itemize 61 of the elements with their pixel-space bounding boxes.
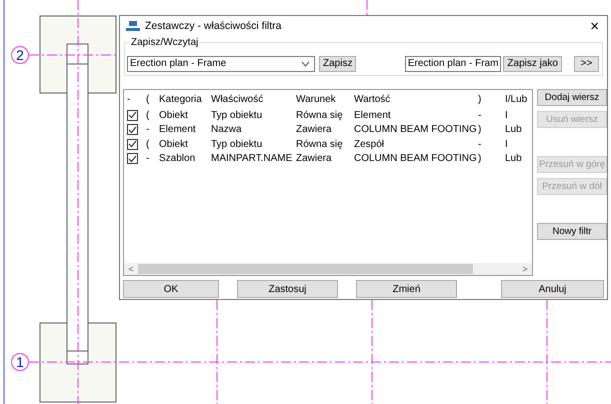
table-cell-text: - [145, 153, 150, 164]
column-header: Warunek [295, 94, 337, 104]
app-icon [126, 21, 140, 31]
table-cell-text: Zawiera [295, 153, 333, 164]
table-cell-text: Nazwa [210, 124, 243, 136]
grid-label: 1 [11, 353, 29, 371]
column-header: Właściwość [210, 94, 264, 104]
table-cell-text: Lub [504, 153, 523, 164]
table-cell-text: Typ obiektu [210, 110, 264, 121]
table-cell-text: Element [353, 110, 392, 121]
grid-label: 2 [11, 46, 29, 64]
table-cell-text: Obiekt [158, 138, 189, 150]
table-cell-text: Element [158, 124, 197, 136]
horizontal-scrollbar[interactable]: < > [124, 263, 532, 275]
chevron-down-icon [301, 60, 310, 66]
save-as-button[interactable]: Zapisz jako [503, 56, 562, 72]
table-cell-text: Typ obiektu [210, 138, 264, 150]
dialog-button[interactable]: Zastosuj [237, 280, 338, 298]
close-button[interactable]: × [588, 18, 601, 34]
scroll-left-button[interactable]: < [124, 264, 138, 274]
table-cell-text: ) [477, 124, 482, 136]
table-cell-text: - [145, 124, 150, 136]
table-cell-text: ( [145, 138, 150, 150]
table-cell-text: I [504, 138, 509, 150]
side-button[interactable]: Dodaj wiersz [537, 89, 607, 106]
table-cell-text: - [477, 110, 482, 121]
window-title: Zestawczy - właściwości filtra [145, 20, 283, 32]
column-header: I/Lub [504, 94, 528, 104]
column-header: ) [477, 94, 482, 104]
dialog-button[interactable]: OK [123, 280, 219, 298]
name-field[interactable]: Erection plan - Fram [404, 56, 502, 72]
checkbox[interactable] [127, 124, 138, 136]
table-cell-text: MAINPART.NAME [210, 153, 293, 164]
table-cell-text: ( [145, 110, 150, 121]
table-cell-text: Zawiera [295, 124, 333, 136]
scroll-right-button[interactable]: > [518, 264, 532, 274]
table-cell-text: Zespół [353, 138, 386, 150]
column-header: Wartość [353, 94, 392, 104]
table-cell-text: ) [477, 153, 482, 164]
side-button[interactable]: Nowy filtr [537, 223, 607, 240]
dialog-button[interactable]: Zmień [356, 280, 457, 298]
checkbox[interactable] [127, 110, 138, 121]
table-cell-text: COLUMN BEAM FOOTING [353, 153, 475, 164]
table-cell-text: Równa się [295, 138, 344, 150]
column-header: - [126, 94, 132, 104]
column-header: Kategoria [158, 94, 203, 104]
dialog-button[interactable]: Anuluj [501, 280, 604, 298]
table-cell-text: Obiekt [158, 110, 189, 121]
column-header: ( [145, 94, 150, 104]
expand-button[interactable]: >> [574, 56, 599, 72]
checkbox[interactable] [127, 138, 138, 150]
table-cell-text: I [504, 110, 509, 121]
table-cell-text: Szablon [158, 153, 196, 164]
group-label: Zapisz/Wczytaj [129, 37, 200, 48]
preset-dropdown[interactable]: Erection plan - Frame [127, 56, 315, 72]
checkbox[interactable] [127, 153, 138, 164]
table-cell-text: COLUMN BEAM FOOTING [353, 124, 475, 136]
table-cell-text: - [477, 138, 482, 150]
table-cell-text: Równa się [295, 110, 344, 121]
save-button[interactable]: Zapisz [319, 56, 356, 72]
table-cell-text: Lub [504, 124, 523, 136]
